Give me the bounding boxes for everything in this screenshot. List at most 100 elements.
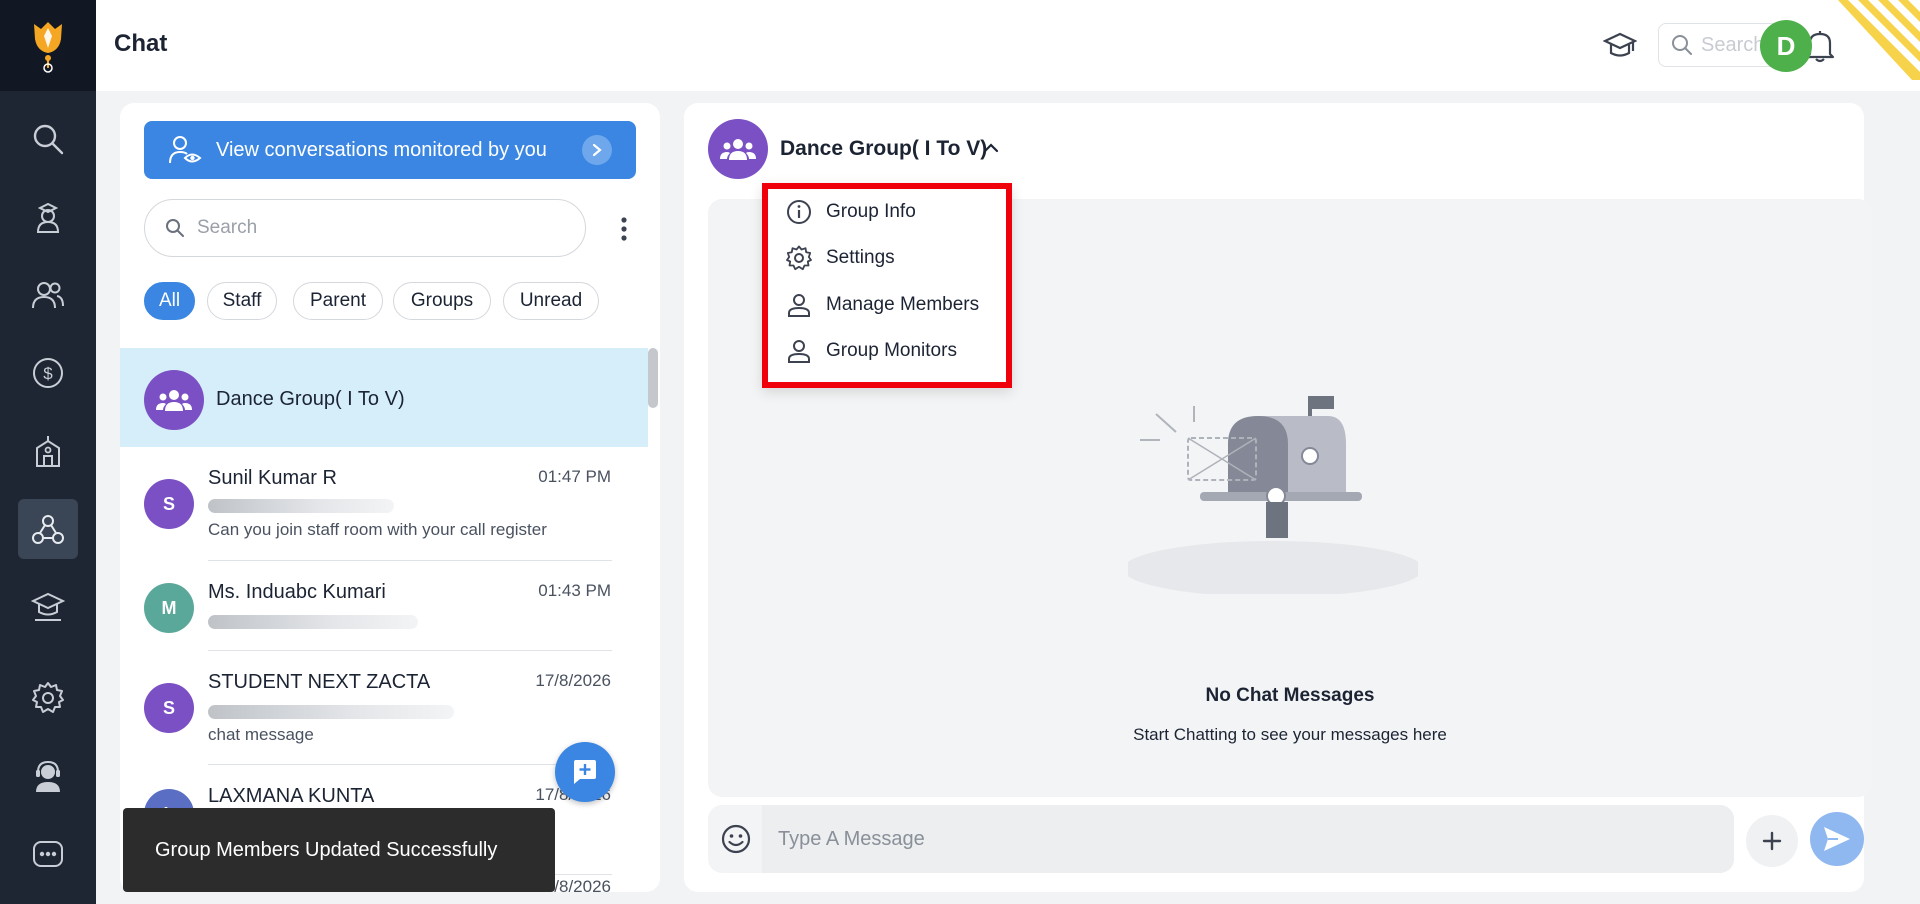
filter-chip-groups[interactable]: Groups	[393, 282, 491, 320]
decorative-corner-stripes	[1838, 0, 1920, 80]
send-icon	[1824, 827, 1850, 851]
filter-chip-staff[interactable]: Staff	[207, 282, 277, 320]
conversation-time: 01:43 PM	[538, 581, 611, 600]
tulip-logo-icon	[34, 21, 62, 73]
chevron-up-icon	[983, 143, 999, 153]
conversation-time: 17/8/2026	[535, 671, 611, 690]
smiley-icon	[721, 824, 751, 854]
academy-button[interactable]	[1602, 28, 1638, 64]
sidebar-item-more[interactable]	[18, 824, 78, 884]
group-options-menu: Group Info Settings Manage Members Group…	[762, 183, 1012, 388]
more-icon	[33, 841, 63, 867]
empty-state-subtitle: Start Chatting to see your messages here	[1133, 725, 1447, 744]
redacted-text	[208, 705, 454, 719]
group-menu-toggle[interactable]	[982, 139, 1000, 157]
sidebar-item-search[interactable]	[18, 109, 78, 169]
chat-group-avatar	[708, 119, 768, 179]
conversation-item-selected[interactable]: Dance Group( I To V)	[120, 348, 648, 447]
menu-item-label: Group Monitors	[826, 340, 957, 361]
person-icon	[788, 294, 810, 317]
menu-item-label: Group Info	[826, 201, 916, 222]
search-icon	[1672, 35, 1692, 55]
attach-button[interactable]	[1746, 815, 1798, 867]
sidebar: $	[0, 0, 96, 904]
conversation-search-box[interactable]: Search	[144, 199, 586, 257]
conversation-time: 01:47 PM	[538, 467, 611, 486]
global-search-placeholder: Search	[1701, 33, 1765, 56]
top-bar: Chat Search	[96, 0, 1920, 91]
sidebar-item-people[interactable]	[18, 265, 78, 325]
conversation-name: STUDENT NEXT ZACTA	[208, 671, 431, 693]
conversation-name: Sunil Kumar R	[208, 467, 337, 489]
svg-text:$: $	[43, 364, 53, 383]
sidebar-item-students[interactable]	[18, 187, 78, 247]
redacted-text	[208, 615, 418, 629]
menu-item-manage-members[interactable]: Manage Members	[786, 285, 979, 325]
chevron-right-icon	[582, 135, 612, 165]
plus-icon	[1762, 831, 1782, 851]
message-composer	[708, 805, 1734, 873]
school-icon	[36, 436, 60, 467]
student-icon	[36, 202, 60, 233]
monitor-button-label: View conversations monitored by you	[216, 138, 547, 161]
menu-item-group-monitors[interactable]: Group Monitors	[786, 331, 957, 371]
filter-chip-parent[interactable]: Parent	[293, 282, 383, 320]
sidebar-item-chat[interactable]	[18, 499, 78, 559]
gear-icon	[786, 245, 812, 271]
conversation-name: Ms. Induabc Kumari	[208, 581, 386, 603]
emoji-button[interactable]	[720, 823, 752, 855]
sidebar-item-settings[interactable]	[18, 668, 78, 728]
page-title: Chat	[114, 30, 168, 57]
contact-avatar: S	[144, 683, 194, 733]
filter-chip-unread[interactable]: Unread	[503, 282, 599, 320]
empty-mailbox-illustration	[1128, 396, 1418, 594]
info-icon	[787, 200, 811, 224]
sidebar-item-fees[interactable]: $	[18, 343, 78, 403]
new-chat-button[interactable]	[555, 742, 615, 802]
conversation-name: LAXMANA KUNTA	[208, 785, 375, 807]
new-message-icon	[574, 760, 596, 784]
support-agent-icon	[36, 760, 60, 792]
graduation-cap-icon	[1603, 32, 1637, 57]
filter-chip-all[interactable]: All	[144, 282, 195, 320]
send-button[interactable]	[1810, 812, 1864, 866]
conversation-search-placeholder: Search	[197, 217, 258, 238]
person-icon	[788, 340, 810, 363]
kebab-menu-icon	[621, 217, 627, 241]
search-icon	[33, 124, 64, 155]
app-logo[interactable]	[0, 0, 96, 91]
menu-item-settings[interactable]: Settings	[786, 238, 895, 278]
gear-icon	[32, 682, 64, 713]
conversation-preview: chat message	[208, 725, 314, 744]
sidebar-item-school[interactable]	[18, 421, 78, 481]
contact-avatar: S	[144, 479, 194, 529]
empty-state-title: No Chat Messages	[1205, 685, 1375, 706]
contact-avatar: M	[144, 583, 194, 633]
fees-icon: $	[33, 358, 63, 388]
chat-group-title[interactable]: Dance Group( I To V)	[780, 137, 987, 161]
view-monitored-conversations-button[interactable]: View conversations monitored by you	[144, 121, 636, 179]
graduation-icon	[31, 592, 65, 621]
sidebar-item-academics[interactable]	[18, 577, 78, 637]
group-avatar	[144, 370, 204, 430]
conversation-list-scrollbar[interactable]	[648, 348, 658, 408]
people-icon	[32, 282, 64, 309]
group-icon	[156, 390, 192, 411]
list-options-button[interactable]	[612, 215, 636, 243]
redacted-text	[208, 499, 394, 513]
search-icon	[166, 219, 184, 237]
message-input[interactable]	[762, 805, 1734, 873]
conversation-item[interactable]: M Ms. Induabc Kumari 01:43 PM	[120, 561, 648, 651]
sidebar-item-support[interactable]	[18, 746, 78, 806]
group-icon	[720, 139, 756, 160]
conversation-name: Dance Group( I To V)	[216, 388, 405, 410]
chat-network-icon	[32, 515, 64, 544]
conversation-item[interactable]: S Sunil Kumar R 01:47 PM Can you join st…	[120, 447, 648, 561]
conversation-preview: Can you join staff room with your call r…	[208, 520, 547, 539]
menu-item-label: Manage Members	[826, 294, 980, 315]
user-avatar[interactable]: D	[1760, 20, 1812, 72]
menu-item-label: Settings	[826, 247, 895, 268]
monitor-person-icon	[169, 136, 202, 164]
menu-item-group-info[interactable]: Group Info	[786, 192, 916, 232]
success-toast: Group Members Updated Successfully	[123, 808, 555, 892]
